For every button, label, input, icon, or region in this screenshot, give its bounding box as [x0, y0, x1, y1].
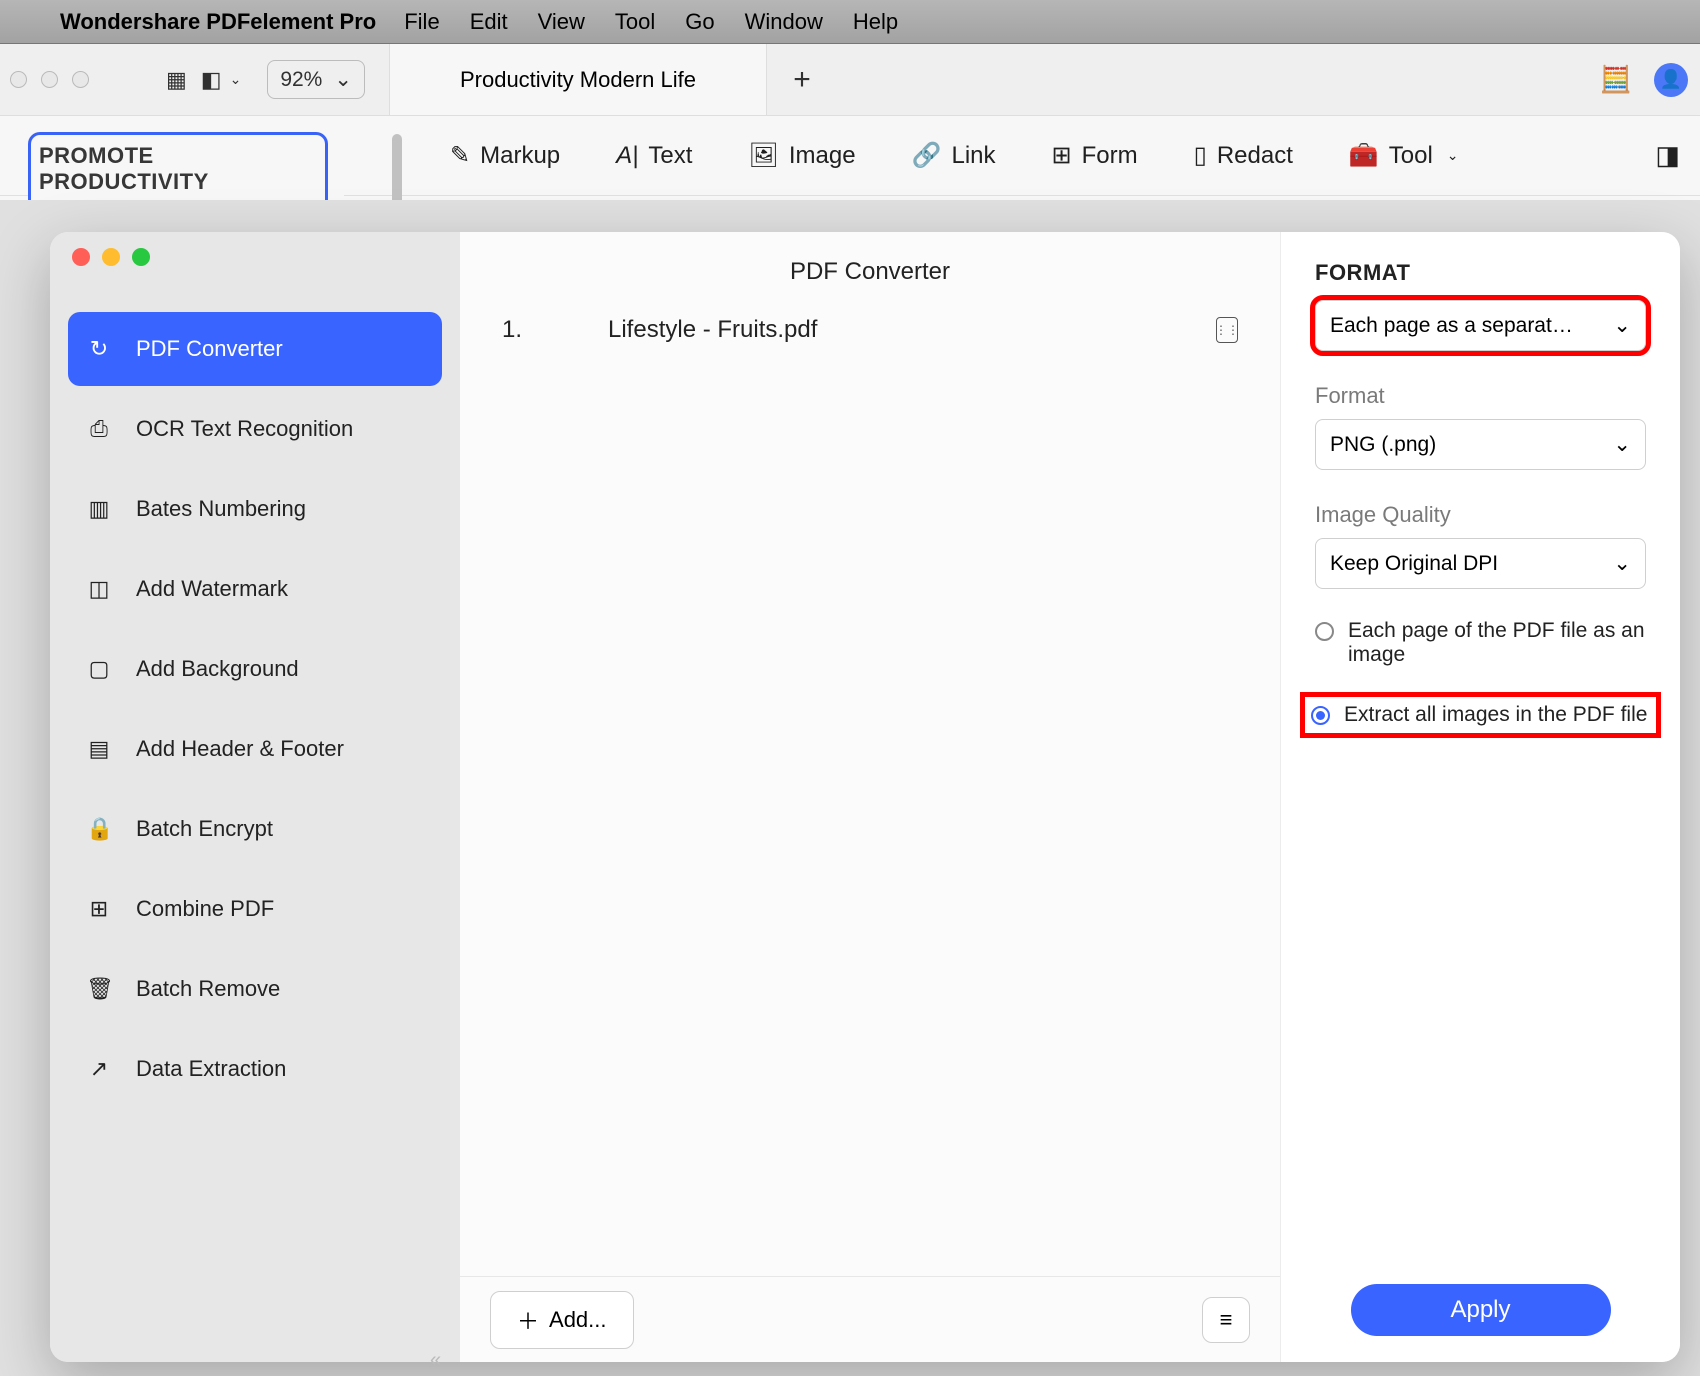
background-icon: ▢ [86, 656, 112, 682]
extract-icon: ↗ [86, 1056, 112, 1082]
file-name: Lifestyle - Fruits.pdf [608, 316, 817, 344]
format-label: Format [1315, 383, 1646, 409]
mode-dropdown[interactable]: Each page as a separat… ⌄ [1315, 300, 1646, 351]
format-value: PNG (.png) [1330, 433, 1436, 457]
lock-icon: 🔒 [86, 816, 112, 842]
sidebar-item-extraction[interactable]: ↗Data Extraction [68, 1032, 442, 1106]
minimize-dot-icon[interactable] [102, 248, 120, 266]
plus-icon: ＋ [517, 1304, 539, 1336]
file-index: 1. [502, 316, 562, 344]
close-dot-icon[interactable] [72, 248, 90, 266]
format-heading: FORMAT [1315, 260, 1646, 286]
modal-right-panel: FORMAT Each page as a separat… ⌄ Format … [1280, 232, 1680, 1362]
quality-label: Image Quality [1315, 502, 1646, 528]
sidebar-item-header-footer[interactable]: ▤Add Header & Footer [68, 712, 442, 786]
sidebar-item-pdf-converter[interactable]: ↻PDF Converter [68, 312, 442, 386]
chevron-down-icon: ⌄ [1613, 432, 1631, 457]
add-file-button[interactable]: ＋ Add... [490, 1291, 634, 1349]
ocr-icon: ⎙ [86, 416, 112, 442]
sidebar-item-combine[interactable]: ⊞Combine PDF [68, 872, 442, 946]
trash-icon: 🗑 [86, 976, 112, 1002]
modal-traffic-lights [50, 248, 460, 306]
chevron-down-icon: ⌄ [1613, 313, 1631, 338]
chevron-down-icon: ⌄ [1613, 551, 1631, 576]
sidebar-item-ocr[interactable]: ⎙OCR Text Recognition [68, 392, 442, 466]
sidebar-item-background[interactable]: ▢Add Background [68, 632, 442, 706]
quality-value: Keep Original DPI [1330, 552, 1498, 576]
radio-each-page[interactable]: Each page of the PDF file as an image [1315, 615, 1646, 671]
radio-extract-images[interactable]: Extract all images in the PDF file [1305, 697, 1656, 733]
bates-icon: ▥ [86, 496, 112, 522]
mode-value: Each page as a separat… [1330, 314, 1573, 338]
watermark-icon: ◫ [86, 576, 112, 602]
modal-title: PDF Converter [460, 232, 1280, 316]
apply-button[interactable]: Apply [1351, 1284, 1611, 1336]
modal-center-panel: PDF Converter 1. Lifestyle - Fruits.pdf … [460, 232, 1280, 1362]
zoom-dot-icon[interactable] [132, 248, 150, 266]
quality-dropdown[interactable]: Keep Original DPI ⌄ [1315, 538, 1646, 589]
pdf-converter-modal: ↻PDF Converter ⎙OCR Text Recognition ▥Ba… [50, 232, 1680, 1362]
radio-selected-icon [1311, 706, 1330, 725]
page-range-icon[interactable]: ⋮⋮ [1216, 317, 1238, 343]
combine-icon: ⊞ [86, 896, 112, 922]
more-menu-button[interactable]: ≡ [1202, 1297, 1250, 1343]
hamburger-icon: ≡ [1220, 1307, 1233, 1333]
convert-icon: ↻ [86, 336, 112, 362]
modal-bottom-bar: ＋ Add... ≡ [460, 1276, 1280, 1362]
format-dropdown[interactable]: PNG (.png) ⌄ [1315, 419, 1646, 470]
radio-icon [1315, 622, 1334, 641]
sidebar-item-remove[interactable]: 🗑Batch Remove [68, 952, 442, 1026]
header-footer-icon: ▤ [86, 736, 112, 762]
modal-sidebar: ↻PDF Converter ⎙OCR Text Recognition ▥Ba… [50, 232, 460, 1362]
sidebar-item-encrypt[interactable]: 🔒Batch Encrypt [68, 792, 442, 866]
sidebar-item-bates[interactable]: ▥Bates Numbering [68, 472, 442, 546]
file-row[interactable]: 1. Lifestyle - Fruits.pdf ⋮⋮ [460, 316, 1280, 344]
sidebar-item-watermark[interactable]: ◫Add Watermark [68, 552, 442, 626]
collapse-chevrons-icon[interactable]: « [430, 1349, 437, 1372]
